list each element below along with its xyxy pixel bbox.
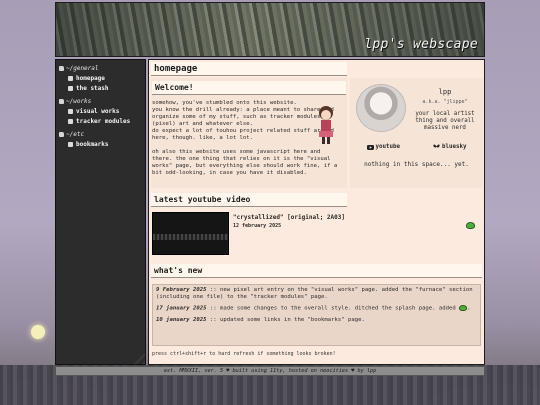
sidebar-item-the-stash[interactable]: the stash: [59, 83, 145, 93]
news-heading: what's new: [151, 264, 482, 278]
file-icon: [68, 141, 73, 147]
sidebar-item-tracker-modules[interactable]: tracker modules: [59, 116, 145, 126]
news-list: 9 February 2025 :: new pixel art entry o…: [152, 284, 481, 346]
sidebar-item-bookmarks[interactable]: bookmarks: [59, 139, 145, 149]
file-icon: [68, 108, 73, 114]
file-icon: [68, 85, 73, 91]
video-thumbnail[interactable]: [152, 212, 229, 255]
youtube-icon: [366, 144, 374, 150]
site-title: lpp's webscape: [364, 37, 478, 52]
page-title: homepage: [151, 62, 347, 76]
character-sprite: [319, 106, 333, 144]
nav-group-header: ~/etc: [59, 129, 145, 139]
news-item: 9 February 2025 :: new pixel art entry o…: [156, 287, 473, 300]
welcome-heading: Welcome!: [152, 81, 346, 95]
bluesky-link[interactable]: bluesky: [433, 144, 466, 150]
butterfly-icon: [433, 144, 440, 148]
youtube-heading: latest youtube video: [151, 193, 347, 207]
folder-icon: [59, 65, 64, 71]
site-frame: lpp's webscape ~/general homepage the st…: [55, 2, 485, 378]
sidebar-item-homepage[interactable]: homepage: [59, 73, 145, 83]
file-icon: [68, 75, 73, 81]
nav-group-etc: ~/etc bookmarks: [56, 126, 145, 149]
profile-name: lpp: [438, 88, 452, 96]
refresh-hint: press ctrl+shift+r to hard refresh if so…: [152, 351, 336, 357]
profile-links: youtube bluesky: [350, 144, 483, 150]
news-item: 17 january 2025 :: made some changes to …: [156, 305, 471, 312]
nav-group-header: ~/general: [59, 63, 145, 73]
profile-description: your local artist thing and overall mass…: [415, 111, 475, 131]
site-footer: est. MMXXII, ver. 5 ♥ built using 11ty, …: [55, 366, 485, 376]
folder-icon: [59, 131, 64, 137]
video-date: 12 february 2025: [233, 223, 282, 229]
news-item: 10 january 2025 :: updated some links in…: [156, 316, 365, 323]
avatar: [356, 84, 406, 132]
sidebar-item-visual-works[interactable]: visual works: [59, 106, 145, 116]
slime-icon: [466, 222, 475, 229]
profile-placeholder-text: nothing in this space... yet.: [364, 161, 469, 168]
youtube-link[interactable]: youtube: [366, 144, 400, 150]
profile-aka: a.k.a. "jlippe": [422, 99, 468, 105]
nav-group-general: ~/general homepage the stash: [56, 60, 145, 93]
nav-group-works: ~/works visual works tracker modules: [56, 93, 145, 126]
welcome-text: somehow, you've stumbled onto this websi…: [152, 100, 338, 176]
nav-group-header: ~/works: [59, 96, 145, 106]
main-content: homepage Welcome! somehow, you've stumbl…: [148, 59, 485, 365]
slime-icon: [459, 305, 468, 311]
video-title[interactable]: "crystallized" [original; 2A03]: [233, 214, 345, 221]
profile-card: lpp a.k.a. "jlippe" your local artist th…: [350, 78, 483, 188]
background-sun: [31, 325, 45, 339]
sidebar-nav: ~/general homepage the stash ~/works vis…: [55, 59, 146, 365]
site-banner: lpp's webscape: [55, 2, 485, 57]
folder-icon: [59, 98, 64, 104]
file-icon: [68, 118, 73, 124]
